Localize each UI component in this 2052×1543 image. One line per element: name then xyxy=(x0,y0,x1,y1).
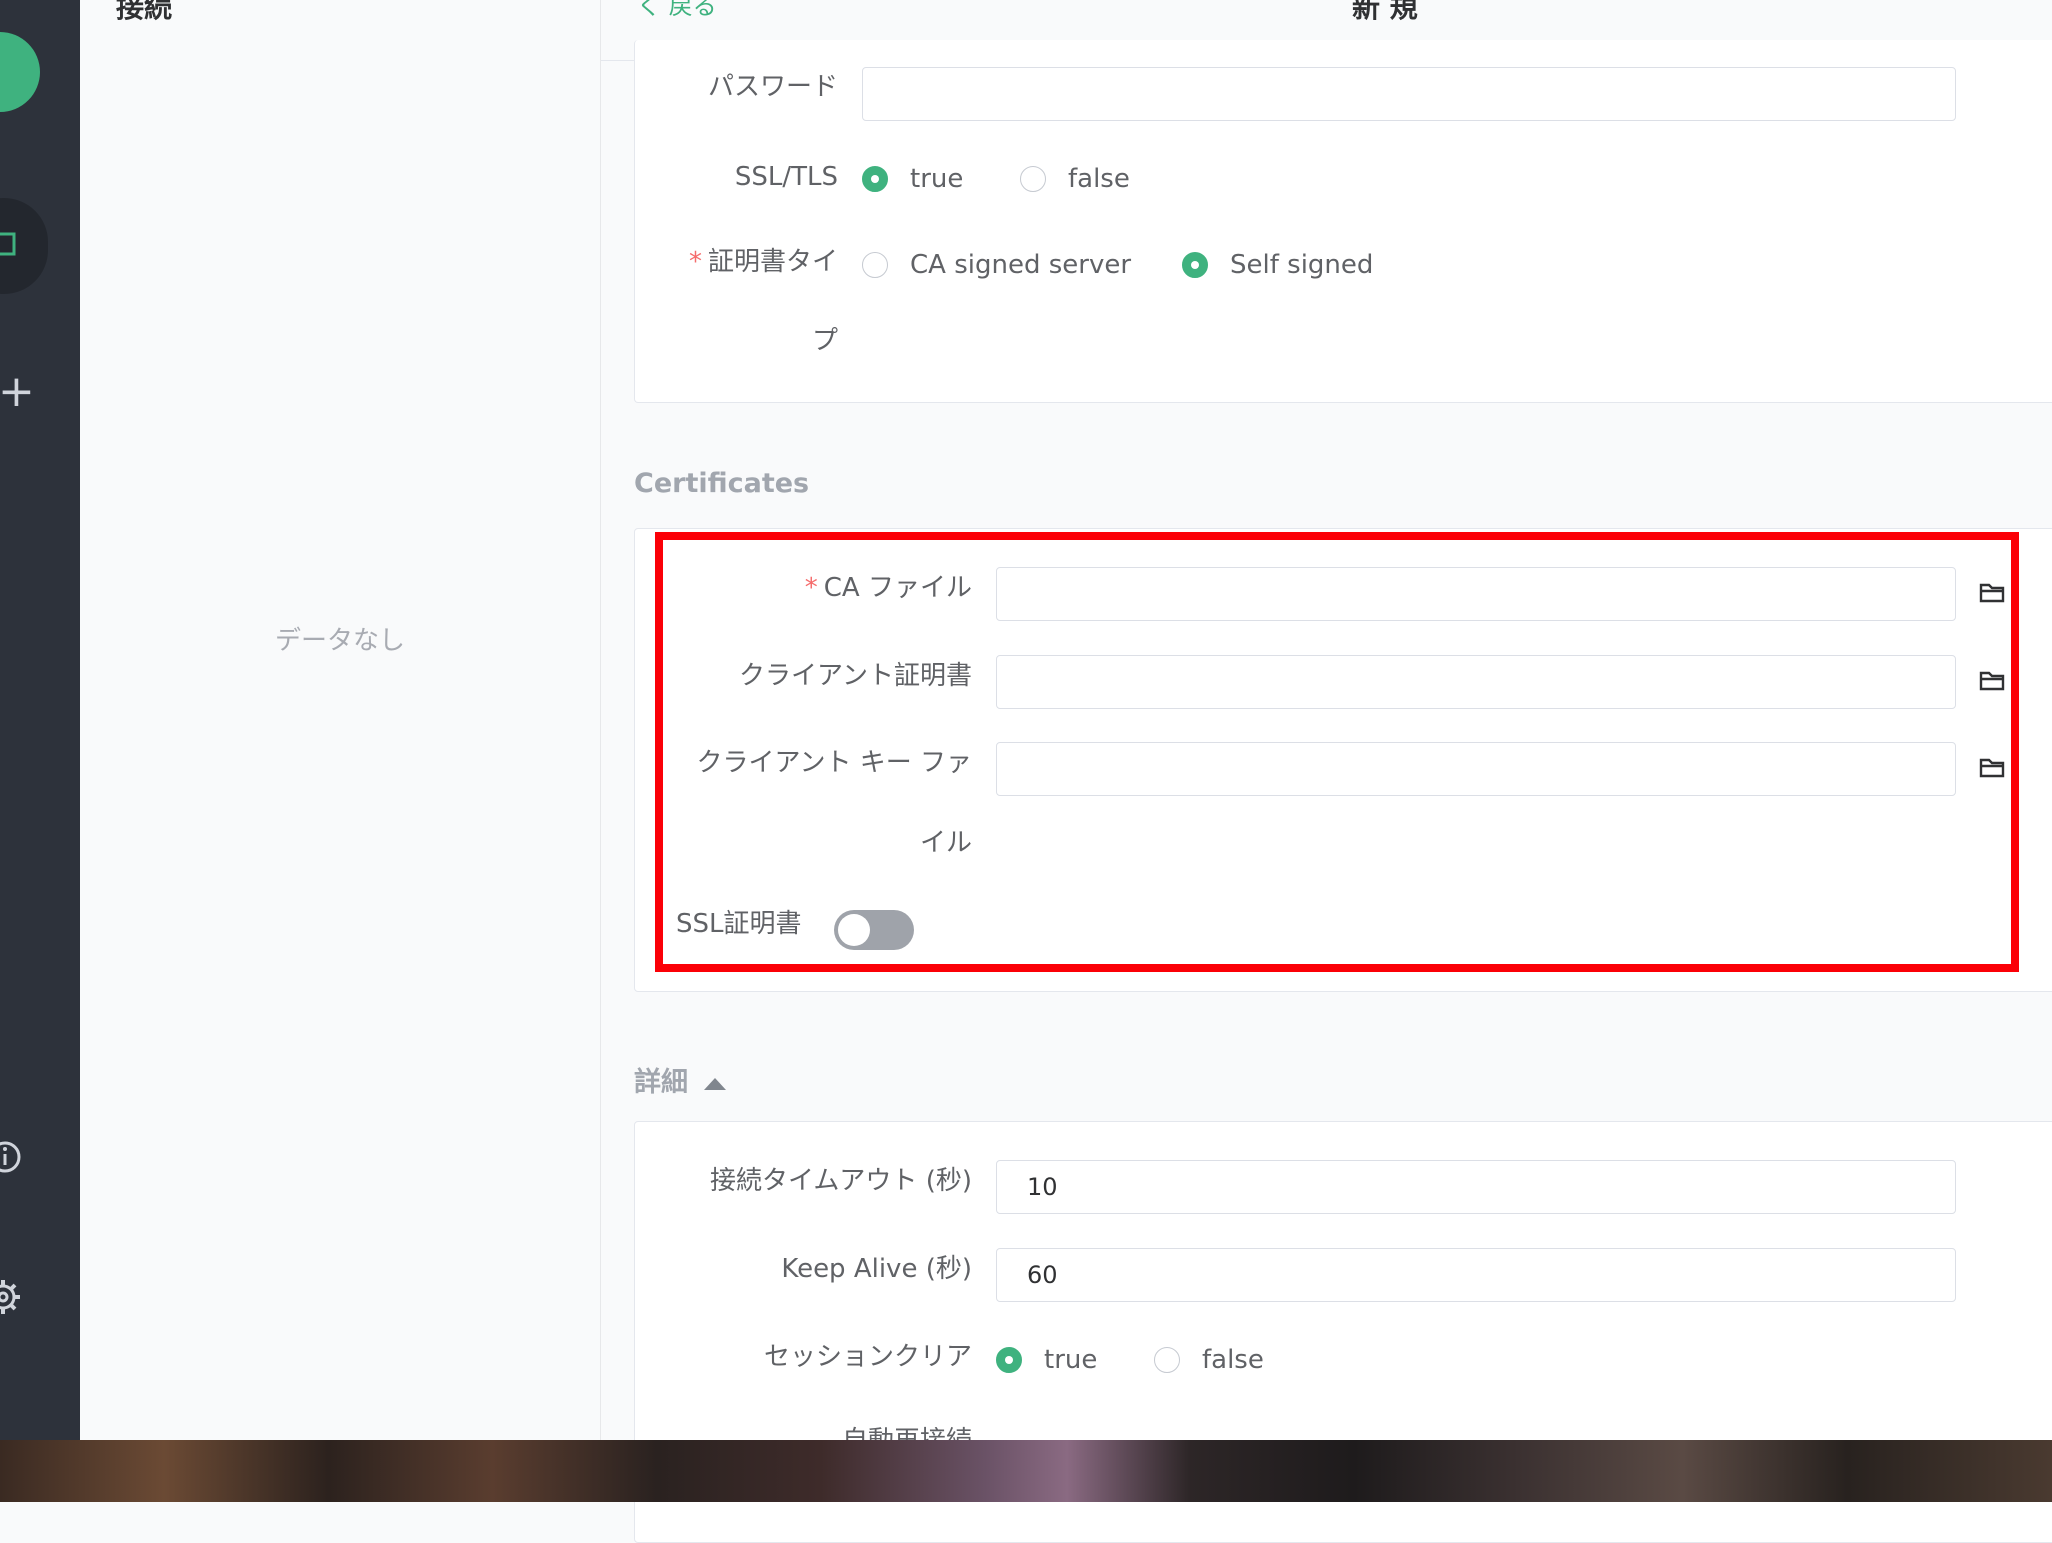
radio-dot xyxy=(862,166,888,192)
connection-list-panel: 接続 データなし xyxy=(80,0,601,1440)
radio-dot xyxy=(1182,252,1208,278)
keepalive-label: Keep Alive (秒) xyxy=(781,1254,972,1284)
radio-label: false xyxy=(1068,164,1130,194)
clean-session-false-radio[interactable]: false xyxy=(1154,1345,1264,1375)
clean-session-label: セッションクリア xyxy=(763,1342,972,1372)
cert-type-label-line1: 証明書タイ xyxy=(707,247,838,277)
advanced-section-text: 詳細 xyxy=(634,1067,688,1098)
password-input[interactable] xyxy=(862,67,1956,121)
page-title: 新 規 xyxy=(1352,0,1418,24)
clean-session-true-radio[interactable]: true xyxy=(996,1345,1097,1375)
timeout-label: 接続タイムアウト (秒) xyxy=(709,1166,972,1196)
certificates-section-title: Certificates xyxy=(634,468,810,499)
cert-type-label-line2: プ xyxy=(811,326,838,356)
empty-placeholder: データなし xyxy=(274,626,405,656)
gear-icon[interactable] xyxy=(0,1278,22,1316)
required-mark: * xyxy=(688,247,702,277)
info-icon[interactable] xyxy=(0,1140,22,1174)
ssl-tls-label: SSL/TLS xyxy=(734,162,838,192)
cert-ca-signed-radio[interactable]: CA signed server xyxy=(862,250,1131,280)
desktop-wallpaper xyxy=(0,1440,2052,1502)
radio-dot xyxy=(862,252,888,278)
plus-icon[interactable]: + xyxy=(0,370,35,414)
radio-dot xyxy=(1020,166,1046,192)
ssl-true-radio[interactable]: true xyxy=(862,164,963,194)
list-title: 接続 xyxy=(116,0,173,24)
radio-label: false xyxy=(1202,1345,1264,1375)
radio-label: true xyxy=(1044,1345,1098,1375)
back-link[interactable]: く 戻る xyxy=(637,0,717,21)
app-logo-icon[interactable]: < xyxy=(0,32,40,112)
cert-type-label: * 証明書タイ xyxy=(660,245,838,279)
password-label: パスワード xyxy=(707,72,838,102)
caret-up-icon xyxy=(704,1077,726,1090)
advanced-section-title[interactable]: 詳細 xyxy=(634,1060,726,1099)
radio-dot xyxy=(996,1347,1022,1373)
radio-label: true xyxy=(910,164,964,194)
radio-dot xyxy=(1154,1347,1180,1373)
radio-label: Self signed xyxy=(1230,250,1374,280)
keepalive-input[interactable]: 60 xyxy=(996,1248,1956,1302)
cert-self-signed-radio[interactable]: Self signed xyxy=(1182,250,1373,280)
ssl-false-radio[interactable]: false xyxy=(1020,164,1130,194)
app-sidebar: < + xyxy=(0,0,80,1440)
connections-icon[interactable] xyxy=(0,228,20,262)
radio-label: CA signed server xyxy=(910,250,1132,280)
highlight-annotation-box xyxy=(655,532,2019,972)
timeout-input[interactable]: 10 xyxy=(996,1160,1956,1214)
